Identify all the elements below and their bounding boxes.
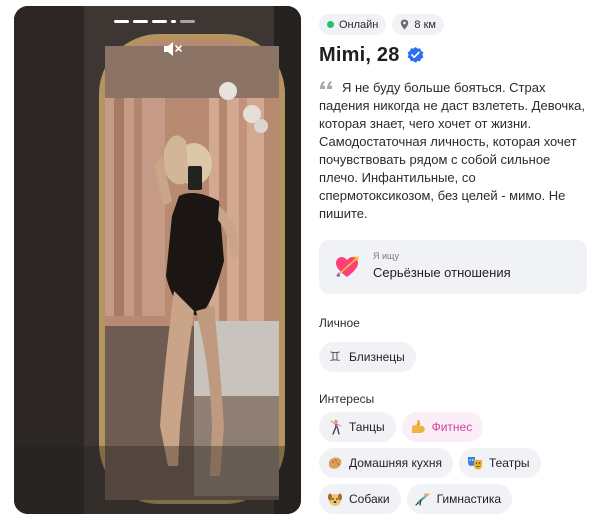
gemini-icon: ♊ (329, 349, 341, 365)
name-row: Mimi, 28 (319, 44, 589, 67)
interest-label: Танцы (349, 420, 385, 434)
bread-icon (328, 457, 342, 469)
interests-row: Домашняя кухня Театры (319, 448, 589, 478)
looking-for-card: Я ищу Серьёзные отношения (319, 240, 587, 294)
dancer-icon (330, 419, 342, 435)
interest-label: Собаки (349, 492, 390, 506)
interest-label: Гимнастика (436, 492, 502, 506)
progress-segment (114, 20, 129, 23)
quote-icon (320, 81, 332, 89)
online-badge: Онлайн (319, 14, 387, 35)
interest-chip-dance: Танцы (319, 412, 396, 442)
interest-label: Фитнес (431, 420, 473, 434)
bio: Я не буду больше бояться. Страх падения … (319, 79, 589, 223)
dog-icon (328, 493, 342, 506)
progress-segment (133, 20, 148, 23)
interest-chip-theater: Театры (458, 448, 541, 478)
progress-segment (152, 20, 167, 23)
distance-label: 8 км (414, 18, 436, 31)
progress-segment (171, 20, 176, 23)
profile-name-age: Mimi, 28 (319, 44, 400, 66)
photo-progress-indicator (114, 20, 195, 23)
looking-for-value: Серьёзные отношения (373, 265, 511, 280)
interests-section-title: Интересы (319, 392, 375, 406)
interest-chip-fitness: Фитнес (401, 412, 484, 442)
location-pin-icon (401, 19, 409, 30)
gymnast-icon (414, 493, 430, 506)
interest-label: Домашняя кухня (349, 456, 442, 470)
distance-badge: 8 км (392, 14, 444, 35)
profile-panel: Онлайн 8 км Mimi, 28 Я не буду больше бо… (319, 14, 589, 514)
interest-label: Театры (488, 456, 530, 470)
online-label: Онлайн (339, 18, 379, 31)
bio-text: Я не буду больше бояться. Страх падения … (319, 80, 586, 221)
interest-chip-gymnastics: Гимнастика (406, 484, 513, 514)
progress-segment (180, 20, 195, 23)
speaker-muted-icon[interactable] (162, 40, 182, 58)
personal-chips: ♊ Близнецы (319, 342, 589, 372)
looking-for-label: Я ищу (373, 251, 400, 261)
interests-row: Собаки Гимнастика (319, 484, 589, 514)
personal-section-title: Личное (319, 316, 360, 330)
theater-masks-icon (467, 457, 482, 470)
verified-check-icon (407, 46, 423, 63)
status-badges: Онлайн 8 км (319, 14, 589, 35)
photo-image (14, 6, 301, 514)
interest-chip-dogs: Собаки (319, 484, 401, 514)
online-dot-icon (327, 21, 334, 28)
zodiac-chip: ♊ Близнецы (319, 342, 416, 372)
heart-arrow-icon (336, 256, 360, 277)
flexed-biceps-icon (411, 420, 425, 433)
interest-chip-home-cooking: Домашняя кухня (319, 448, 453, 478)
profile-photo[interactable] (14, 6, 301, 514)
interests-row: Танцы Фитнес (319, 412, 589, 442)
zodiac-label: Близнецы (349, 350, 405, 364)
